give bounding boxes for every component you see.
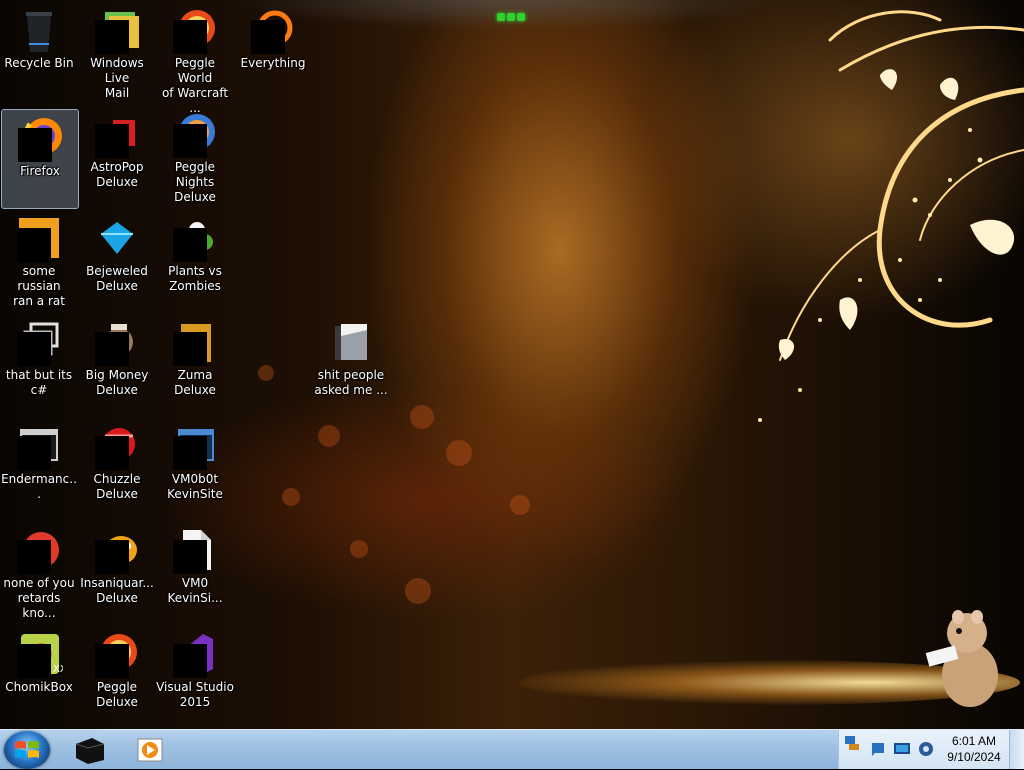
icon-label: Plants vs Zombies bbox=[168, 264, 222, 293]
shortcut-icon bbox=[15, 526, 63, 574]
system-tray: 6:01 AM 9/10/2024 bbox=[838, 730, 1024, 769]
desktop-icon-peggle-world-of-warcraft[interactable]: Peggle World of Warcraft ... bbox=[156, 2, 234, 115]
icon-label: Peggle Deluxe bbox=[96, 680, 138, 709]
recycle-bin-icon bbox=[15, 6, 63, 54]
icon-label: Endermanc... bbox=[1, 472, 77, 501]
bokeh-light bbox=[405, 578, 431, 604]
desktop-icon-endermanc[interactable]: Endermanc... bbox=[0, 418, 78, 518]
media-player-icon bbox=[137, 738, 163, 762]
app-window-icon bbox=[15, 422, 63, 470]
desktop-background: Recycle Bin Firefox e some russian ran a… bbox=[0, 0, 1024, 729]
chuzzle-icon bbox=[93, 422, 141, 470]
peggle-wow-icon bbox=[171, 6, 219, 54]
clock-time: 6:01 AM bbox=[951, 734, 997, 748]
desktop-icon-astropop-deluxe[interactable]: AstroPop Deluxe bbox=[78, 106, 156, 206]
windows-orb-icon bbox=[15, 741, 39, 758]
icon-label: Chuzzle Deluxe bbox=[93, 472, 141, 501]
icon-label: AstroPop Deluxe bbox=[90, 160, 144, 189]
icon-label: VM0 KevinSi... bbox=[167, 576, 223, 605]
plants-vs-zombies-icon bbox=[171, 214, 219, 262]
vm-window-icon bbox=[171, 422, 219, 470]
desktop-icon-firefox[interactable]: Firefox bbox=[1, 109, 79, 209]
desktop-icon-vm0-kevinsi[interactable]: VM0 KevinSi... bbox=[156, 522, 234, 622]
desktop-icon-chomikbox[interactable]: XX ChomikBox bbox=[0, 626, 78, 726]
peggle-nights-icon bbox=[171, 110, 219, 158]
icon-label: Zuma Deluxe bbox=[174, 368, 216, 397]
icon-label: Bejeweled Deluxe bbox=[86, 264, 148, 293]
icon-label: Firefox bbox=[20, 164, 60, 178]
desktop-icon-plants-vs-zombies[interactable]: Plants vs Zombies bbox=[156, 210, 234, 310]
icon-label: ChomikBox bbox=[5, 680, 73, 694]
show-desktop-button[interactable] bbox=[1009, 730, 1024, 769]
start-button[interactable] bbox=[4, 731, 50, 769]
bokeh-light bbox=[446, 440, 472, 466]
astropop-icon bbox=[93, 110, 141, 158]
bokeh-light bbox=[318, 425, 340, 447]
status-lights bbox=[497, 6, 527, 25]
big-money-icon bbox=[93, 318, 141, 366]
desktop-icon-none-of-you[interactable]: none of you retards kno... bbox=[0, 522, 78, 622]
taskbar-command-prompt-button[interactable] bbox=[70, 734, 110, 766]
clock[interactable]: 6:01 AM 9/10/2024 bbox=[942, 733, 1006, 765]
folder-icon bbox=[327, 318, 375, 366]
desktop-icon-peggle-nights-deluxe[interactable]: Peggle Nights Deluxe bbox=[156, 106, 234, 206]
desktop-icon-some-russian-ran-a-rat[interactable]: e some russian ran a rat bbox=[0, 210, 78, 310]
peggle-icon bbox=[93, 630, 141, 678]
icon-label: Windows Live Mail bbox=[90, 56, 144, 100]
shortcut-icon bbox=[15, 318, 63, 366]
action-center-icon[interactable] bbox=[869, 740, 887, 758]
windows-live-mail-icon bbox=[93, 6, 141, 54]
icon-label: Recycle Bin bbox=[4, 56, 74, 70]
icon-label: Peggle Nights Deluxe bbox=[174, 160, 216, 204]
desktop-icon-peggle-deluxe[interactable]: Peggle Deluxe bbox=[78, 626, 156, 726]
desktop-icon-insaniquarium-deluxe[interactable]: Insaniquar... Deluxe bbox=[78, 522, 156, 622]
desktop-icon-shit-people-asked-me[interactable]: shit people asked me ... bbox=[312, 314, 390, 414]
golden-swirl-decoration bbox=[758, 10, 1024, 422]
bejeweled-icon bbox=[93, 214, 141, 262]
display-icon[interactable] bbox=[893, 740, 911, 758]
bokeh-light bbox=[410, 405, 434, 429]
bokeh-light bbox=[350, 540, 368, 558]
icon-label: Everything bbox=[240, 56, 306, 70]
svg-text:XX: XX bbox=[53, 664, 63, 675]
bokeh-light bbox=[510, 495, 530, 515]
insaniquarium-icon bbox=[93, 526, 141, 574]
icon-label: none of you retards kno... bbox=[3, 576, 75, 620]
desktop-icon-everything[interactable]: Everything bbox=[234, 2, 312, 102]
icon-label: some russian ran a rat bbox=[13, 264, 65, 308]
desktop-icon-vm0b0t-kevinsite[interactable]: VM0b0t KevinSite bbox=[156, 418, 234, 518]
network-icon[interactable] bbox=[843, 734, 861, 752]
desktop-icon-visual-studio-2015[interactable]: Visual Studio 2015 bbox=[156, 626, 234, 726]
desktop-icon-big-money-deluxe[interactable]: Big Money Deluxe bbox=[78, 314, 156, 414]
visual-studio-icon bbox=[171, 630, 219, 678]
document-icon bbox=[171, 526, 219, 574]
taskbar: 6:01 AM 9/10/2024 bbox=[0, 729, 1024, 769]
chomikbox-icon: XX bbox=[15, 630, 63, 678]
everything-search-icon bbox=[249, 6, 297, 54]
taskbar-media-player-button[interactable] bbox=[130, 734, 170, 766]
hamster-icon bbox=[925, 610, 998, 707]
command-prompt-icon bbox=[75, 738, 105, 764]
firefox-icon bbox=[16, 114, 64, 162]
desktop-icon-that-but-its-c[interactable]: that but its c# bbox=[0, 314, 78, 414]
bokeh-light bbox=[258, 365, 274, 381]
bokeh-light bbox=[282, 488, 300, 506]
desktop-icon-zuma-deluxe[interactable]: Zuma Deluxe bbox=[156, 314, 234, 414]
desktop-icon-recycle-bin[interactable]: Recycle Bin bbox=[0, 2, 78, 102]
icon-label: Big Money Deluxe bbox=[85, 368, 149, 397]
icon-label: shit people asked me ... bbox=[314, 368, 388, 397]
icon-label: VM0b0t KevinSite bbox=[167, 472, 223, 501]
desktop-icon-chuzzle-deluxe[interactable]: Chuzzle Deluxe bbox=[78, 418, 156, 518]
volume-icon[interactable] bbox=[917, 740, 935, 758]
icon-label: Visual Studio 2015 bbox=[156, 680, 234, 709]
desktop-icon-bejeweled-deluxe[interactable]: Bejeweled Deluxe bbox=[78, 210, 156, 310]
icon-label: Insaniquar... Deluxe bbox=[80, 576, 154, 605]
clock-date: 9/10/2024 bbox=[947, 750, 1001, 764]
desktop-icon-windows-live-mail[interactable]: Windows Live Mail bbox=[78, 2, 156, 102]
icon-label: that but its c# bbox=[5, 368, 73, 397]
zuma-icon bbox=[171, 318, 219, 366]
shortcut-icon: e bbox=[15, 214, 63, 262]
